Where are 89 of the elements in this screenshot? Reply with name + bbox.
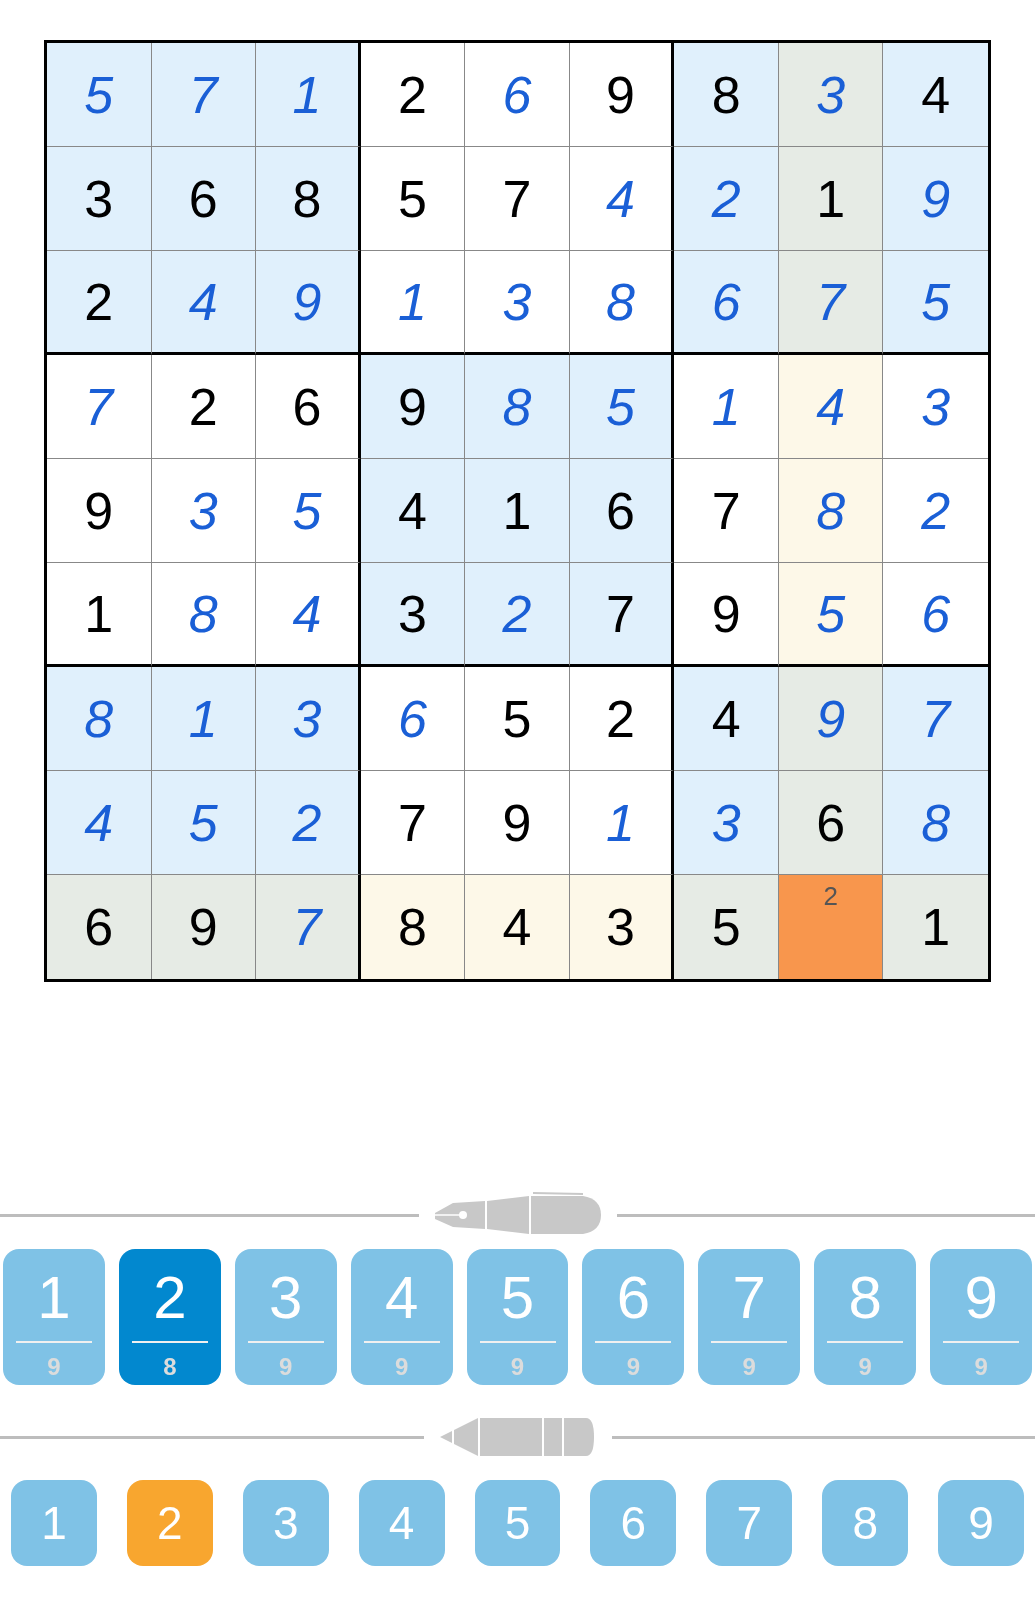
sudoku-cell[interactable]: 7 [151,43,257,147]
sudoku-cell[interactable]: 3 [47,147,152,251]
sudoku-cell[interactable]: 5 [47,43,152,147]
sudoku-cell[interactable]: 8 [569,251,675,355]
sudoku-cell[interactable]: 8 [151,563,257,667]
sudoku-cell[interactable]: 8 [465,355,570,459]
sudoku-cell[interactable]: 8 [256,147,361,251]
sudoku-cell[interactable]: 6 [151,147,257,251]
sudoku-cell[interactable]: 9 [778,667,884,771]
remaining-count: 9 [47,1352,61,1382]
sudoku-cell[interactable]: 5 [778,563,884,667]
sudoku-cell[interactable]: 3 [465,251,570,355]
sudoku-cell[interactable]: 1 [569,771,675,875]
sudoku-cell[interactable]: 7 [465,147,570,251]
sudoku-cell[interactable]: 7 [360,771,466,875]
sudoku-cell[interactable]: 5 [465,667,570,771]
sudoku-cell[interactable]: 9 [569,43,675,147]
sudoku-cell[interactable]: 8 [360,875,466,979]
sudoku-cell[interactable]: 9 [151,875,257,979]
sudoku-cell[interactable]: 5 [569,355,675,459]
sudoku-cell[interactable]: 5 [883,251,988,355]
sudoku-cell[interactable]: 4 [465,875,570,979]
sudoku-cell[interactable]: 1 [360,251,466,355]
sudoku-cell[interactable]: 9 [360,355,466,459]
sudoku-cell[interactable]: 8 [778,459,884,563]
sudoku-cell[interactable]: 2 [47,251,152,355]
sudoku-cell[interactable]: 8 [883,771,988,875]
sudoku-cell[interactable]: 2 [151,355,257,459]
sudoku-cell[interactable]: 2 [256,771,361,875]
sudoku-cell[interactable]: 3 [151,459,257,563]
sudoku-cell[interactable]: 1 [465,459,570,563]
sudoku-cell[interactable]: 4 [256,563,361,667]
sudoku-cell[interactable]: 6 [47,875,152,979]
sudoku-cell[interactable]: 6 [465,43,570,147]
sudoku-cell[interactable]: 3 [569,875,675,979]
remaining-count: 9 [858,1352,872,1382]
sudoku-cell[interactable]: 4 [883,43,988,147]
digit-button[interactable]: 2 8 [118,1249,221,1385]
sudoku-cell[interactable]: 6 [256,355,361,459]
sudoku-cell[interactable]: 7 [883,667,988,771]
remaining-count: 9 [394,1352,409,1382]
sudoku-cell[interactable]: 7 [256,875,361,979]
sudoku-cell[interactable]: 4 [674,667,779,771]
sudoku-cell[interactable]: 4 [47,771,152,875]
sudoku-cell[interactable]: 7 [569,563,675,667]
sudoku-cell[interactable]: 4 [151,251,257,355]
sudoku-cell[interactable]: 7 [47,355,152,459]
remaining-count: 9 [279,1352,293,1382]
sudoku-cell[interactable]: 1 [674,355,779,459]
remaining-count: 9 [974,1352,988,1382]
sudoku-cell[interactable]: 2 [465,563,570,667]
sudoku-cell[interactable]: 5 [151,771,257,875]
sudoku-cell[interactable]: 6 [569,459,675,563]
sudoku-cell[interactable]: 9 [256,251,361,355]
sudoku-cell[interactable]: 2 [360,43,466,147]
remaining-count: 9 [742,1352,756,1382]
pencil-note: 2 [823,880,838,913]
sudoku-cell[interactable]: 7 [778,251,884,355]
remaining-count: 9 [510,1352,525,1382]
sudoku-cell[interactable]: 5 [256,459,361,563]
sudoku-cell[interactable]: 6 [778,771,884,875]
sudoku-cell[interactable]: 3 [256,667,361,771]
sudoku-cell[interactable]: 6 [360,667,466,771]
sudoku-cell[interactable]: 9 [465,771,570,875]
sudoku-cell[interactable]: 1 [256,43,361,147]
sudoku-cell[interactable]: 2 [674,147,779,251]
sudoku-cell[interactable]: 8 [674,43,779,147]
sudoku-cell[interactable]: 7 [674,459,779,563]
sudoku-cell[interactable]: 3 [360,563,466,667]
sudoku-cell[interactable]: 6 [674,251,779,355]
sudoku-cell[interactable]: 1 [151,667,257,771]
sudoku-cell[interactable]: 4 [360,459,466,563]
sudoku-cell[interactable]: 3 [778,43,884,147]
remaining-count: 9 [626,1352,641,1382]
sudoku-cell[interactable]: 9 [47,459,152,563]
sudoku-cell[interactable]: 9 [674,563,779,667]
remaining-count: 8 [163,1352,177,1382]
sudoku-cell[interactable]: 5 [360,147,466,251]
sudoku-cell[interactable]: 1 [47,563,152,667]
sudoku-cell[interactable]: 1 [883,875,988,979]
sudoku-cell[interactable]: 2 [778,875,884,979]
sudoku-cell[interactable]: 1 [778,147,884,251]
sudoku-cell[interactable]: 8 [47,667,152,771]
sudoku-cell[interactable]: 3 [674,771,779,875]
sudoku-cell[interactable]: 2 [569,667,675,771]
sudoku-cell[interactable]: 5 [674,875,779,979]
sudoku-cell[interactable]: 4 [778,355,884,459]
sudoku-cell[interactable]: 9 [883,147,988,251]
sudoku-cell[interactable]: 4 [569,147,675,251]
